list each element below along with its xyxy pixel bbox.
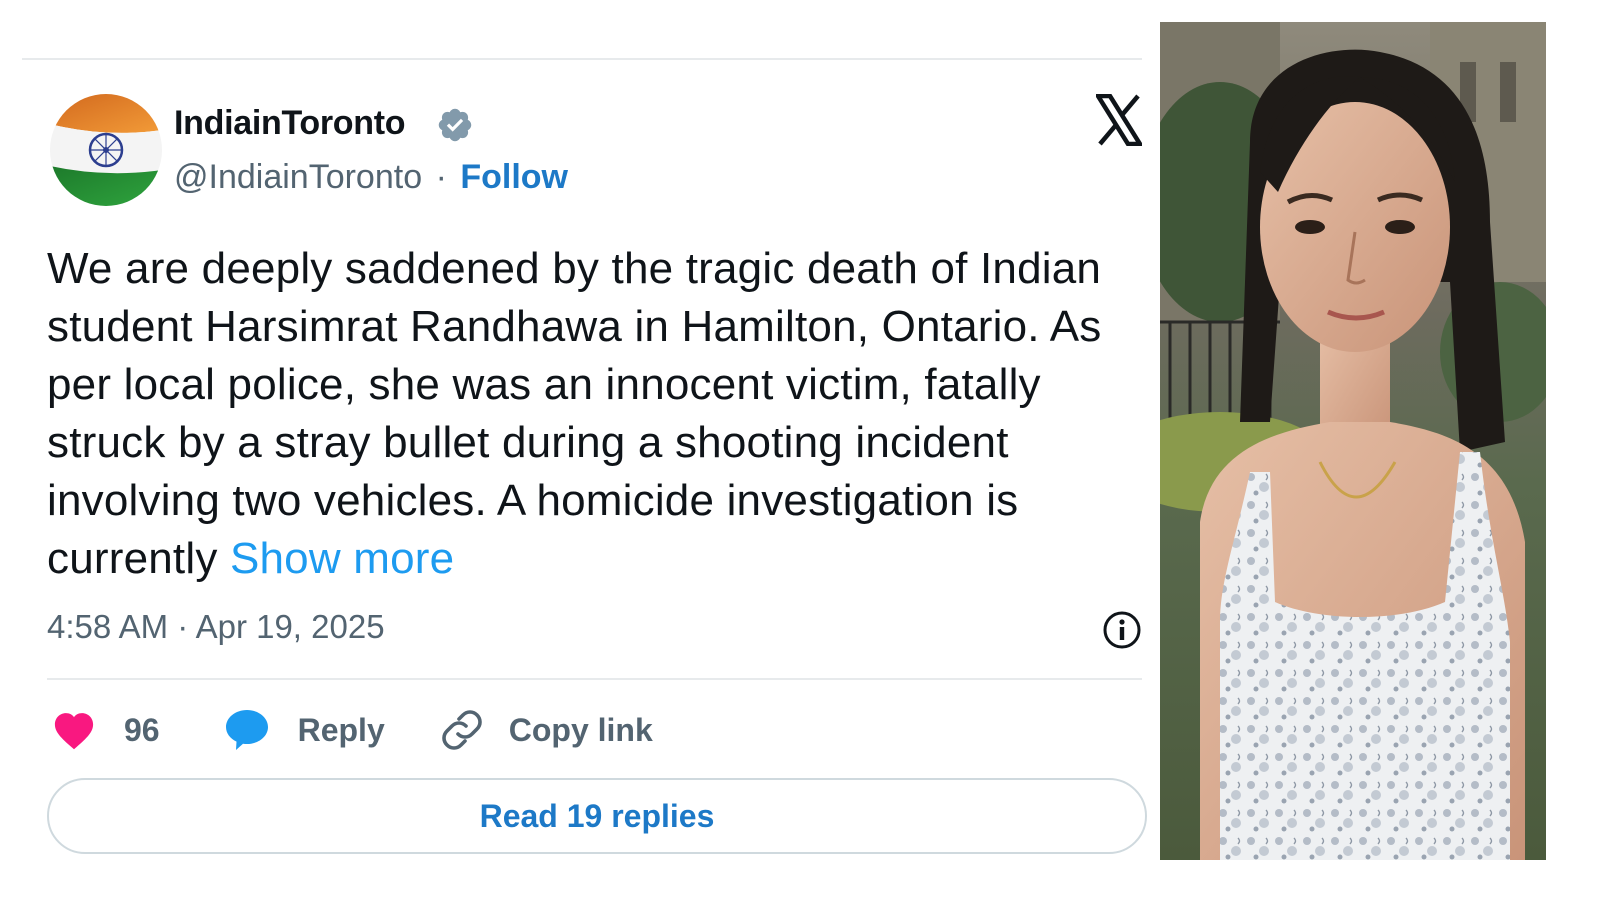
india-flag-avatar [50, 94, 162, 206]
verified-badge-icon [436, 106, 474, 144]
tweet-body: We are deeply saddened by the tragic dea… [47, 240, 1127, 588]
divider [47, 678, 1142, 680]
screenshot-composite: IndiainToronto @IndiainToronto · Follow … [0, 0, 1600, 900]
info-icon[interactable] [1102, 610, 1142, 650]
link-icon [441, 709, 483, 751]
author-handle[interactable]: @IndiainToronto [174, 158, 422, 196]
copy-link-label: Copy link [508, 711, 653, 748]
tweet-actions: 96 Reply Copy link [52, 706, 653, 754]
photo [1160, 22, 1546, 860]
x-logo-icon[interactable] [1093, 93, 1145, 147]
tweet-text: We are deeply saddened by the tragic dea… [47, 244, 1102, 583]
author-name[interactable]: IndiainToronto [174, 104, 406, 143]
reply-button[interactable]: Reply [224, 708, 441, 752]
tweet-timestamp[interactable]: 4:58 AM · Apr 19, 2025 [47, 608, 385, 646]
copy-link-button[interactable]: Copy link [441, 709, 653, 751]
handle-row: @IndiainToronto · Follow [174, 158, 568, 197]
follow-button[interactable]: Follow [460, 158, 568, 196]
read-replies-button[interactable]: Read 19 replies [47, 778, 1147, 854]
tweet-embed: IndiainToronto @IndiainToronto · Follow … [22, 58, 1147, 900]
like-count: 96 [124, 711, 160, 748]
separator: · [435, 158, 447, 196]
reply-label: Reply [297, 711, 385, 748]
like-button[interactable]: 96 [52, 710, 224, 750]
heart-icon [52, 710, 96, 750]
avatar[interactable] [50, 94, 162, 206]
speech-bubble-icon [224, 708, 270, 752]
show-more-link[interactable]: Show more [230, 534, 454, 583]
